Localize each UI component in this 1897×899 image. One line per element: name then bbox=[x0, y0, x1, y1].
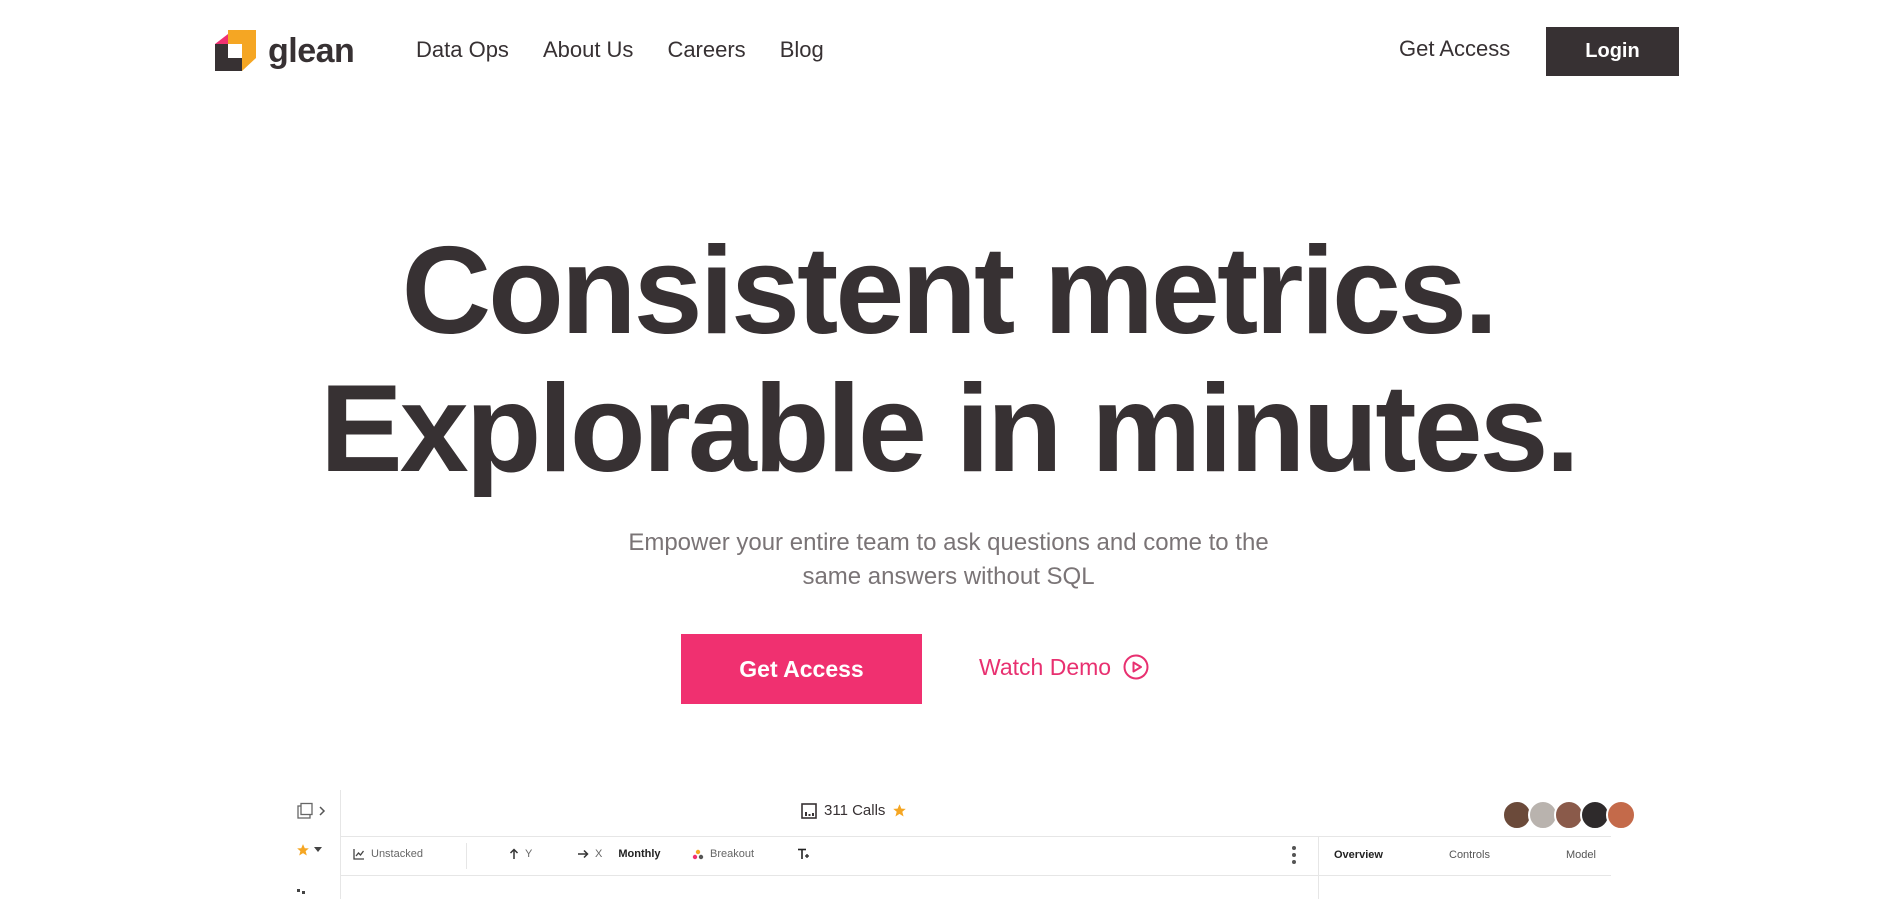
arrow-right-icon bbox=[578, 849, 589, 859]
breakout-control[interactable]: Breakout bbox=[692, 848, 754, 860]
more-icon[interactable] bbox=[1291, 846, 1297, 864]
hero-subtitle-line2: same answers without SQL bbox=[802, 563, 1095, 590]
avatar[interactable] bbox=[1606, 800, 1636, 830]
tab-controls[interactable]: Controls bbox=[1449, 849, 1490, 861]
document-title-text: 311 Calls bbox=[824, 802, 886, 819]
glean-logo-icon bbox=[215, 30, 256, 71]
nav-item-careers[interactable]: Careers bbox=[667, 36, 745, 64]
sidebar-explore[interactable] bbox=[296, 888, 308, 899]
breakout-icon bbox=[692, 849, 704, 859]
glean-logo[interactable]: glean bbox=[215, 30, 355, 71]
tab-model[interactable]: Model bbox=[1566, 849, 1596, 861]
hero-subtitle: Empower your entire team to ask question… bbox=[560, 526, 1337, 594]
header-get-access-link[interactable]: Get Access bbox=[1399, 35, 1510, 63]
get-access-button[interactable]: Get Access bbox=[681, 634, 922, 704]
login-button[interactable]: Login bbox=[1546, 27, 1679, 76]
app-preview: 311 Calls Unstacked Y X Monthly Breakout… bbox=[290, 790, 1636, 899]
arrow-up-icon bbox=[509, 848, 519, 859]
chevron-right-icon bbox=[319, 806, 326, 816]
collaborator-avatars bbox=[1502, 800, 1636, 830]
panel-divider bbox=[1318, 874, 1319, 899]
x-axis-control[interactable]: X Monthly bbox=[577, 848, 661, 860]
sidebar-toggle[interactable] bbox=[296, 802, 326, 820]
main-nav: Data Ops About Us Careers Blog bbox=[416, 36, 824, 64]
favorite-star-icon[interactable] bbox=[892, 803, 907, 818]
toolbar-divider bbox=[466, 843, 467, 869]
play-circle-icon bbox=[1123, 654, 1149, 680]
side-panel-tabs: Overview Controls Model bbox=[1318, 837, 1612, 875]
breakout-label: Breakout bbox=[710, 848, 755, 860]
watch-demo-button[interactable]: Watch Demo bbox=[979, 651, 1149, 683]
hero-headline-line2: Explorable in minutes. bbox=[320, 360, 1580, 498]
chart-toolbar: Unstacked Y X Monthly Breakout Overview … bbox=[341, 836, 1611, 876]
star-icon bbox=[297, 844, 309, 856]
stack-mode-label: Unstacked bbox=[371, 848, 423, 860]
stack-mode-control[interactable]: Unstacked bbox=[353, 848, 423, 860]
nav-item-about-us[interactable]: About Us bbox=[543, 36, 634, 64]
watch-demo-label: Watch Demo bbox=[979, 654, 1112, 680]
chart-doc-icon bbox=[801, 802, 817, 819]
grid-icon bbox=[297, 889, 305, 894]
y-axis-control[interactable]: Y bbox=[509, 848, 532, 860]
interval-select[interactable]: Monthly bbox=[618, 848, 660, 860]
nav-item-blog[interactable]: Blog bbox=[780, 36, 824, 64]
filter-control[interactable] bbox=[797, 848, 810, 860]
filter-icon bbox=[798, 848, 809, 859]
sidebar-toggle-icon bbox=[297, 802, 313, 819]
favorites-menu[interactable] bbox=[296, 843, 322, 857]
tab-overview[interactable]: Overview bbox=[1334, 849, 1383, 861]
preview-main: 311 Calls Unstacked Y X Monthly Breakout… bbox=[340, 790, 1636, 899]
line-chart-icon bbox=[353, 849, 365, 860]
document-title[interactable]: 311 Calls bbox=[801, 802, 907, 819]
caret-down-icon bbox=[314, 847, 322, 852]
x-axis-label: X bbox=[595, 848, 603, 860]
hero-subtitle-line1: Empower your entire team to ask question… bbox=[628, 529, 1269, 556]
hero-headline: Consistent metrics. Explorable in minute… bbox=[0, 222, 1897, 498]
nav-item-data-ops[interactable]: Data Ops bbox=[416, 36, 509, 64]
hero-headline-line1: Consistent metrics. bbox=[401, 222, 1499, 360]
preview-sidebar bbox=[290, 790, 340, 899]
brand-name: glean bbox=[268, 31, 355, 70]
y-axis-label: Y bbox=[525, 848, 533, 860]
